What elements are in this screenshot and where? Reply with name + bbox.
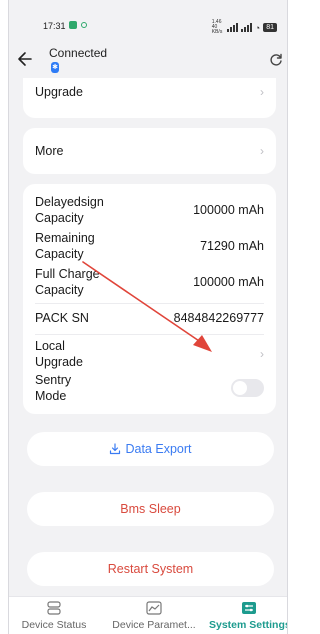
refresh-icon[interactable] [269,53,283,67]
more-row[interactable]: More › [35,141,264,161]
device-status-icon [47,601,61,615]
divider [35,303,264,304]
restart-system-label: Restart System [107,562,194,576]
tab-label: Device Status [21,619,87,631]
label-line: Capacity [35,283,84,297]
wifi-icon: ◔ [254,22,261,33]
signal-icon [226,23,238,32]
arrow-left-icon[interactable] [17,50,33,68]
remaining-capacity-value: 71290 mAh [200,239,264,253]
pack-sn-label: PACK SN [35,311,89,325]
notification-circle-icon [81,22,87,28]
upgrade-row[interactable]: Upgrade › [35,82,264,102]
more-card: More › [23,128,276,174]
full-charge-capacity-value: 100000 mAh [193,275,264,289]
more-label: More [35,144,64,158]
tab-label: Device Paramet... [112,619,196,631]
network-speed: 1.46 40 KB/s [211,19,223,35]
app-header: Connected ✱ [9,44,287,80]
page-title: Connected [49,46,108,60]
app-notification-icon [69,21,77,29]
bluetooth-icon: ✱ [51,62,59,73]
data-export-button[interactable]: Data Export [27,432,274,466]
chevron-right-icon: › [260,347,264,361]
label-line: Capacity [35,211,84,225]
chart-icon [146,601,162,615]
tab-label: System Settings [209,619,288,631]
local-upgrade-label: Local Upgrade [35,338,83,370]
bms-sleep-label: Bms Sleep [120,502,181,516]
sentry-mode-toggle[interactable] [231,379,264,397]
status-indicators: 1.46 40 KB/s ◔ 81 [212,20,277,35]
status-time: 17:31 [43,21,66,31]
chevron-right-icon: › [260,144,264,158]
chevron-right-icon: › [260,85,264,99]
pack-sn-value: 8484842269777 [173,311,264,325]
label-line: Full Charge [35,267,100,281]
battery-icon: 81 [263,23,277,32]
full-charge-capacity-label: Full Charge Capacity [35,266,100,298]
toggle-knob [233,381,247,395]
download-icon [110,443,121,455]
delayedsign-capacity-label: Delayedsign Capacity [35,194,104,226]
upgrade-label: Upgrade [35,85,83,99]
tab-device-status[interactable]: Device Status [13,597,95,634]
bottom-tab-bar: Device Status Device Paramet... System S… [9,596,287,634]
pack-sn-row: PACK SN 8484842269777 [35,308,264,328]
remaining-capacity-label: Remaining Capacity [35,230,95,262]
restart-system-button[interactable]: Restart System [27,552,274,586]
tab-system-settings[interactable]: System Settings [209,597,288,634]
sentry-mode-label: Sentry Mode [35,372,71,404]
battery-info-card: Delayedsign Capacity 100000 mAh Remainin… [23,184,276,414]
full-charge-capacity-row: Full Charge Capacity 100000 mAh [35,266,264,298]
signal-2-icon [240,23,252,32]
remaining-capacity-row: Remaining Capacity 71290 mAh [35,230,264,262]
local-upgrade-row[interactable]: Local Upgrade › [35,338,264,370]
bms-sleep-button[interactable]: Bms Sleep [27,492,274,526]
label-line: Local [35,339,65,353]
label-line: Upgrade [35,355,83,369]
tab-device-parameters[interactable]: Device Paramet... [105,597,203,634]
divider [35,334,264,335]
delayedsign-capacity-value: 100000 mAh [193,203,264,217]
data-export-label: Data Export [125,442,192,456]
phone-screen: 17:31 1.46 40 KB/s ◔ 81 Connected ✱ Upgr… [8,0,288,634]
settings-icon [242,602,256,614]
label-line: Delayedsign [35,195,104,209]
upgrade-card: Upgrade › [23,78,276,118]
label-line: Remaining [35,231,95,245]
label-line: Sentry [35,373,72,387]
label-line: Mode [35,389,67,403]
status-bar: 17:31 1.46 40 KB/s ◔ 81 [9,0,287,44]
sentry-mode-row: Sentry Mode [35,372,264,404]
label-line: Capacity [35,247,84,261]
delayedsign-capacity-row: Delayedsign Capacity 100000 mAh [35,194,264,226]
